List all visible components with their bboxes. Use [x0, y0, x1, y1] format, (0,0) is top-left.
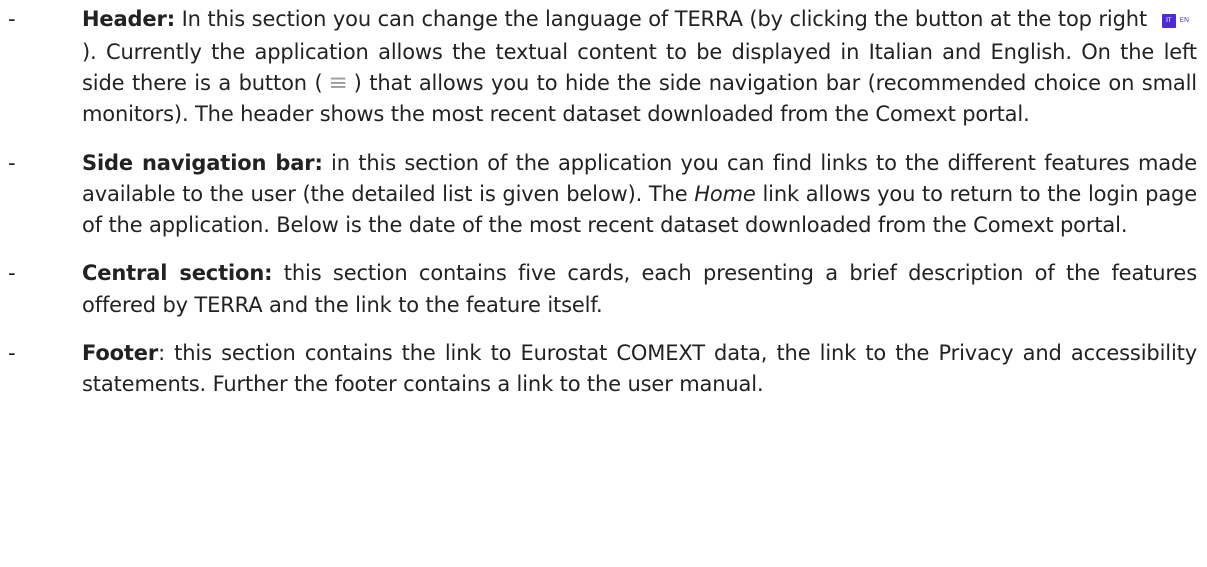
heading-side-navigation: Side navigation bar: [82, 150, 323, 175]
bullet-dash: - [8, 341, 16, 366]
heading-header: Header: [82, 7, 175, 31]
bullet-dash: - [8, 150, 16, 175]
bullet-dash: - [8, 261, 16, 286]
lang-en-label: EN [1179, 16, 1190, 25]
heading-footer: Footer [82, 341, 159, 366]
hamburger-menu-icon: ≡ [328, 69, 348, 96]
list-item-side-navigation: - Side navigation bar: in this section o… [0, 148, 1207, 242]
paragraph-footer: Footer: this section contains the link t… [82, 338, 1197, 401]
language-toggle-icon: IT EN [1161, 5, 1190, 36]
bullet-dash: - [8, 7, 16, 31]
list-item-footer: - Footer: this section contains the link… [0, 338, 1207, 401]
home-link-term: Home [694, 181, 756, 206]
paragraph-side-navigation: Side navigation bar: in this section of … [82, 148, 1197, 242]
document-page: - Header: In this section you can change… [0, 0, 1207, 567]
paragraph-central-section: Central section: this section contains f… [82, 258, 1197, 321]
list-item-header: - Header: In this section you can change… [0, 4, 1207, 131]
lang-it-badge: IT [1161, 14, 1176, 28]
text-header-a: In this section you can change the langu… [174, 7, 1148, 31]
text-footer-a: : this section contains the link to Euro… [82, 341, 1197, 397]
heading-central-section: Central section: [82, 261, 273, 286]
paragraph-header: Header: In this section you can change t… [82, 4, 1197, 131]
list-item-central-section: - Central section: this section contains… [0, 258, 1207, 321]
